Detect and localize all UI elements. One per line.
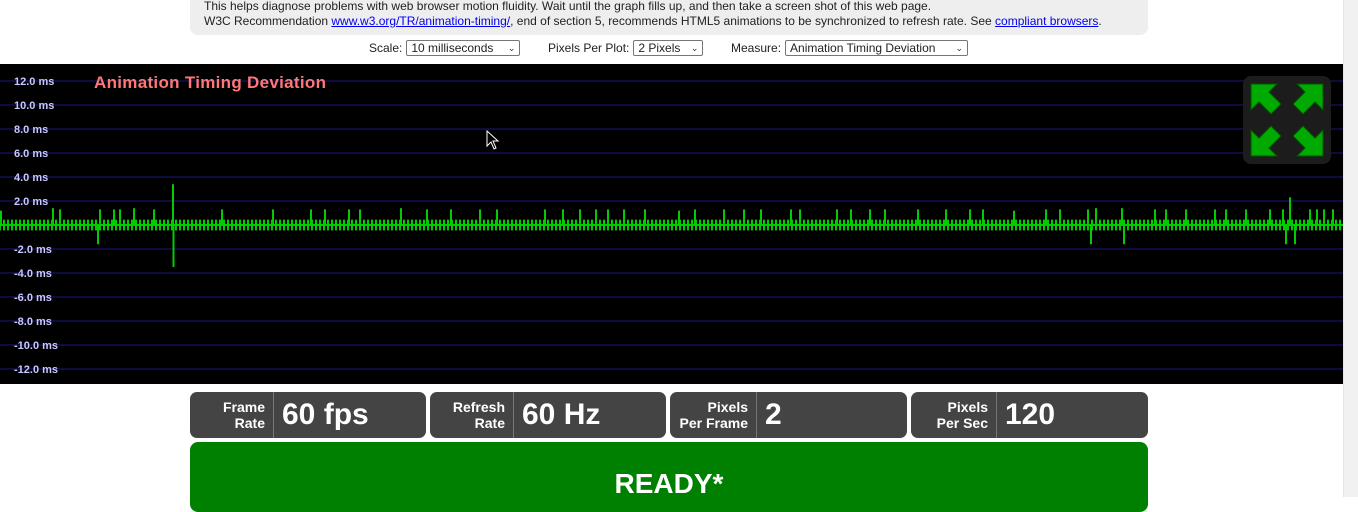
stat-frame-rate: Frame Rate 60 fps [190, 392, 426, 438]
stat-pixels-per-frame: Pixels Per Frame 2 [670, 392, 907, 438]
stat-label: Frame Rate [190, 392, 274, 438]
pixels-per-plot-control: Pixels Per Plot: 2 Pixels ⌄ [548, 40, 704, 56]
y-tick-label: 10.0 ms [14, 100, 54, 112]
controls-bar: Scale: 10 milliseconds ⌄ Pixels Per Plot… [0, 40, 1343, 60]
timing-chart-svg: 12.0 ms 10.0 ms 8.0 ms 6.0 ms 4.0 ms 2.0 ms -2… [0, 76, 1343, 376]
stat-value: 120 [1005, 398, 1056, 431]
vertical-scrollbar[interactable] [1343, 0, 1358, 497]
info-text-line1: This helps diagnose problems with web br… [204, 0, 932, 13]
y-tick-label: 2.0 ms [14, 196, 48, 208]
stat-label-line1: Frame [222, 399, 265, 415]
measure-label: Measure: [731, 41, 782, 55]
stat-label: Pixels Per Frame [670, 392, 757, 438]
ready-button[interactable]: READY* [190, 442, 1148, 512]
mouse-pointer-icon [486, 130, 500, 150]
stat-label: Refresh Rate [430, 392, 514, 438]
scale-select[interactable]: 10 milliseconds ⌄ [406, 40, 521, 56]
scale-value: 10 milliseconds [411, 41, 494, 55]
timing-graph: 12.0 ms 10.0 ms 8.0 ms 6.0 ms 4.0 ms 2.0 ms -2… [0, 64, 1343, 384]
pixels-per-plot-select[interactable]: 2 Pixels ⌄ [633, 40, 704, 56]
info-suffix: . [1098, 14, 1102, 28]
ready-text: READY* [614, 468, 724, 499]
y-tick-label: 12.0 ms [14, 76, 54, 88]
y-tick-label: 6.0 ms [14, 148, 48, 160]
y-tick-label: -6.0 ms [14, 292, 52, 304]
y-tick-label: 8.0 ms [14, 124, 48, 136]
y-tick-label: -8.0 ms [14, 316, 52, 328]
y-tick-label: 4.0 ms [14, 172, 48, 184]
measure-select[interactable]: Animation Timing Deviation ⌄ [785, 40, 969, 56]
stat-label-line2: Rate [234, 415, 265, 431]
stat-label-line1: Pixels [707, 399, 748, 415]
measure-control: Measure: Animation Timing Deviation ⌄ [731, 40, 969, 56]
measure-value: Animation Timing Deviation [790, 41, 936, 55]
y-tick-label: -4.0 ms [14, 268, 52, 280]
compliant-browsers-link[interactable]: compliant browsers [995, 14, 1098, 28]
graph-title: Animation Timing Deviation [94, 73, 327, 92]
stat-label-line2: Per Sec [936, 415, 988, 431]
pixels-per-plot-value: 2 Pixels [638, 41, 681, 55]
info-text-line2: W3C Recommendation www.w3.org/TR/animati… [204, 14, 1102, 28]
stat-refresh-rate: Refresh Rate 60 Hz [430, 392, 666, 438]
stat-value: 60 Hz [522, 398, 601, 431]
chevron-down-icon: ⌄ [955, 42, 964, 53]
stat-value: 2 [765, 398, 782, 431]
chevron-down-icon: ⌄ [507, 42, 516, 53]
stat-value: 60 fps [282, 398, 369, 431]
scale-label: Scale: [369, 41, 403, 55]
stat-label-line2: Rate [474, 415, 505, 431]
pixels-per-plot-label: Pixels Per Plot: [548, 41, 630, 55]
info-middle: , end of section 5, recommends HTML5 ani… [510, 14, 996, 28]
chevron-down-icon: ⌄ [690, 42, 699, 53]
info-box: This helps diagnose problems with web br… [190, 0, 1148, 35]
fullscreen-button[interactable] [1243, 76, 1331, 164]
stat-label-line2: Per Frame [679, 415, 748, 431]
info-prefix: W3C Recommendation [204, 14, 332, 28]
scale-control: Scale: 10 milliseconds ⌄ [369, 40, 521, 56]
stat-label-line1: Pixels [947, 399, 988, 415]
y-tick-label: -12.0 ms [14, 364, 58, 376]
stat-label: Pixels Per Sec [911, 392, 997, 438]
y-tick-label: -10.0 ms [14, 340, 58, 352]
stat-label-line1: Refresh [452, 399, 505, 415]
w3c-link[interactable]: www.w3.org/TR/animation-timing/ [331, 14, 510, 28]
stat-pixels-per-sec: Pixels Per Sec 120 [911, 392, 1148, 438]
expand-arrows-icon [1250, 83, 1324, 157]
y-tick-label: -2.0 ms [14, 244, 52, 256]
